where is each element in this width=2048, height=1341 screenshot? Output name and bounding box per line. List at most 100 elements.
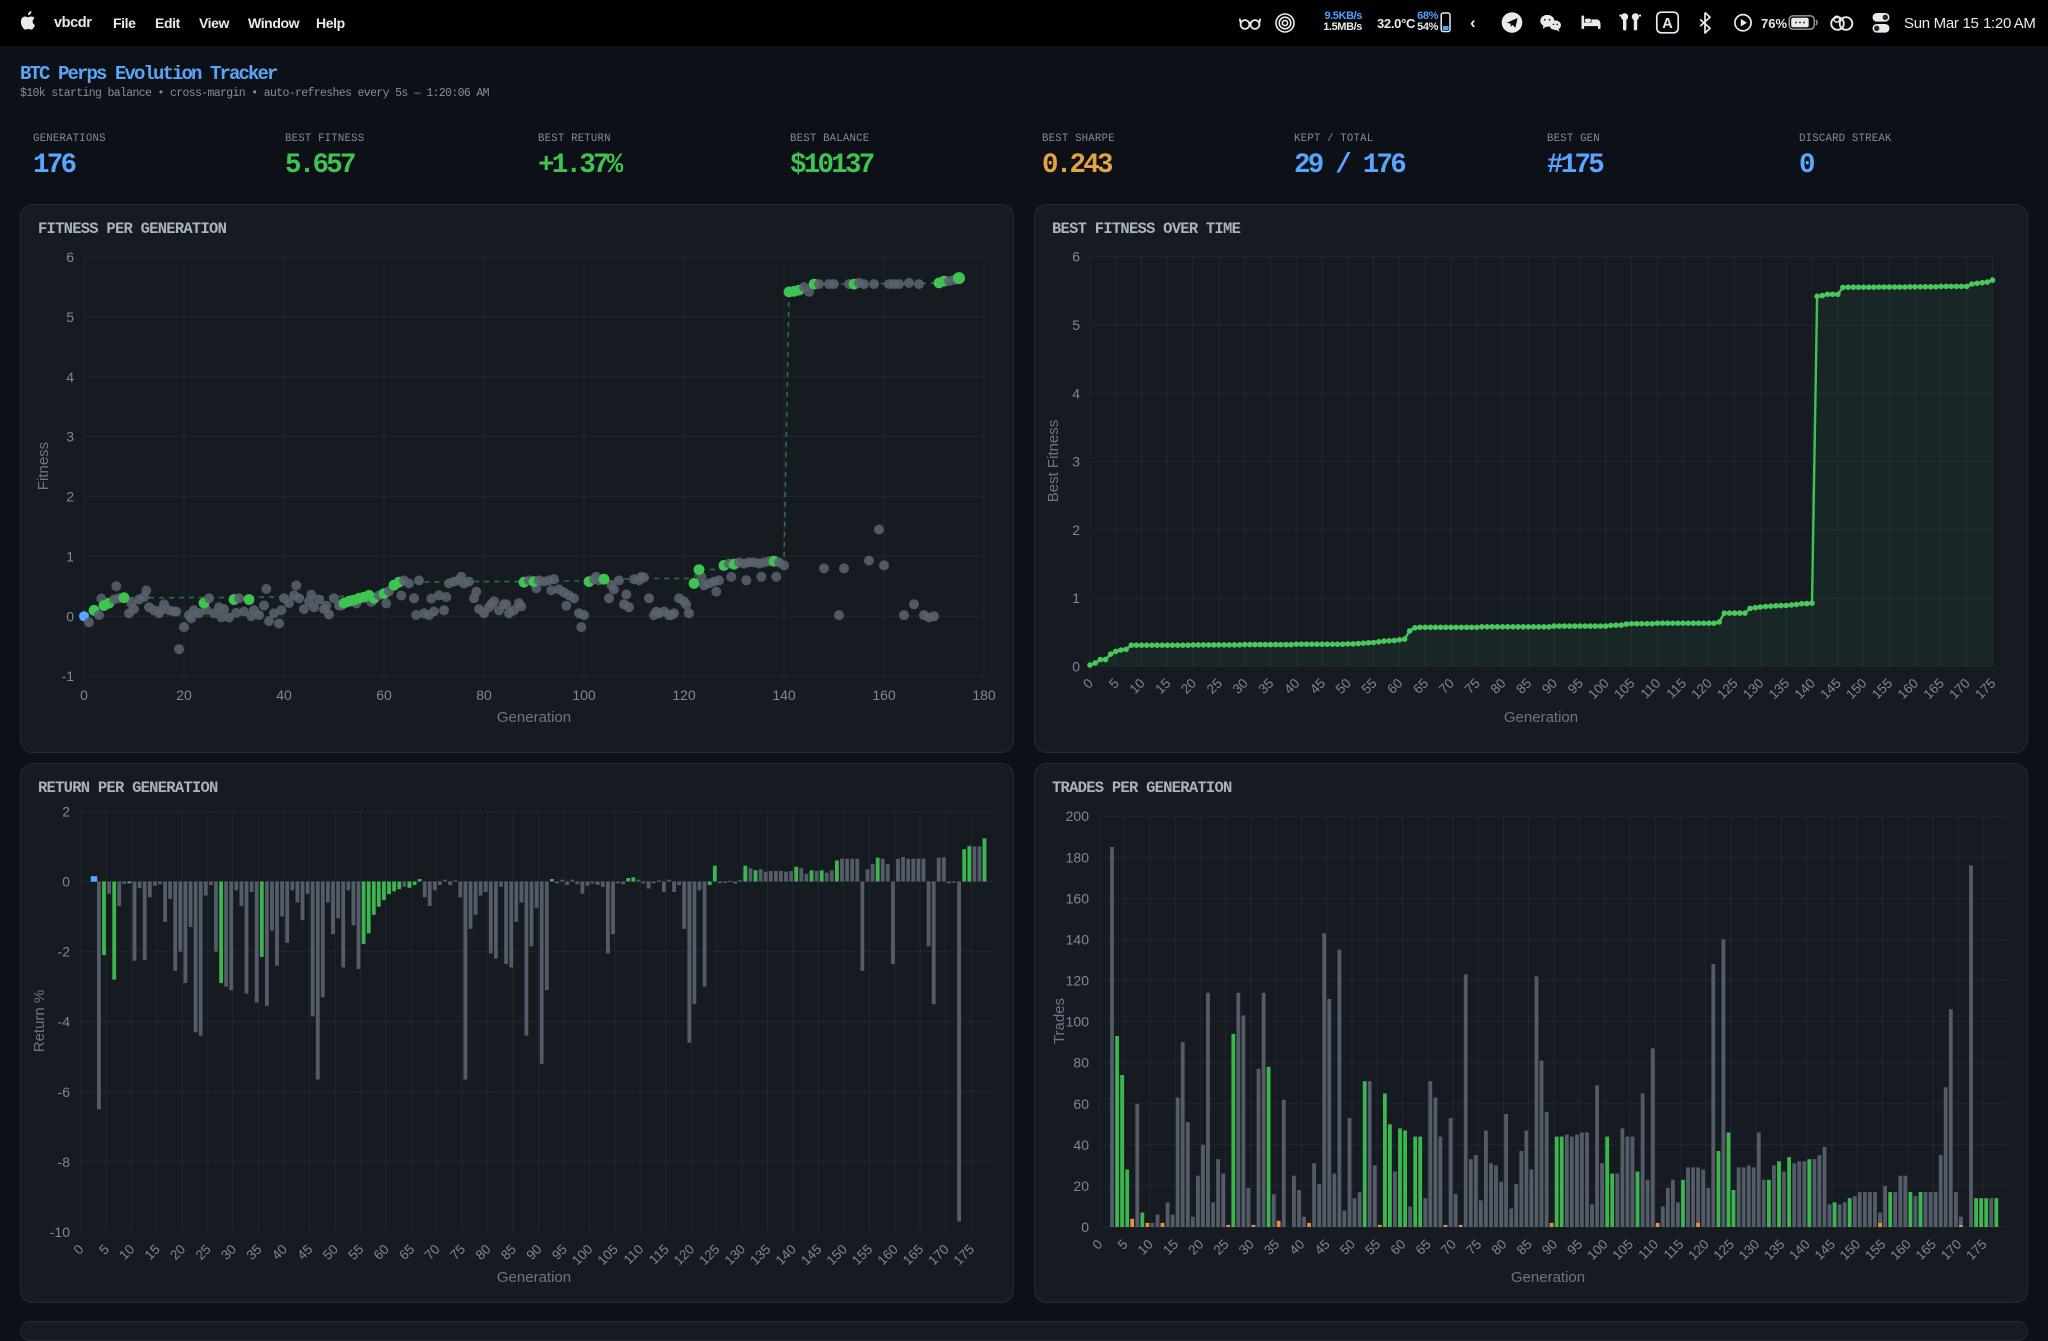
svg-text:40: 40: [276, 687, 292, 703]
svg-text:70: 70: [1438, 1237, 1459, 1258]
svg-text:50: 50: [320, 1242, 341, 1263]
svg-text:175: 175: [1972, 676, 1999, 703]
svg-text:1: 1: [1072, 590, 1080, 606]
svg-text:160: 160: [874, 1242, 901, 1269]
svg-text:85: 85: [498, 1242, 519, 1263]
svg-text:15: 15: [142, 1242, 163, 1263]
svg-text:60: 60: [371, 1242, 392, 1263]
svg-text:40: 40: [1073, 1137, 1089, 1153]
svg-text:0: 0: [1080, 676, 1096, 692]
svg-text:40: 40: [269, 1242, 290, 1263]
svg-text:150: 150: [1837, 1237, 1864, 1264]
svg-text:0: 0: [1090, 1237, 1106, 1253]
svg-text:75: 75: [1462, 676, 1483, 697]
svg-text:75: 75: [1463, 1237, 1484, 1258]
svg-text:-6: -6: [58, 1084, 71, 1100]
svg-text:-4: -4: [58, 1014, 71, 1030]
svg-text:1: 1: [66, 548, 74, 564]
svg-text:85: 85: [1513, 676, 1534, 697]
svg-text:60: 60: [1073, 1096, 1089, 1112]
svg-text:100: 100: [569, 1242, 596, 1269]
svg-text:10: 10: [1126, 676, 1147, 697]
svg-text:160: 160: [872, 687, 896, 703]
svg-text:160: 160: [1895, 676, 1922, 703]
svg-text:140: 140: [1786, 1237, 1813, 1264]
svg-text:60: 60: [1384, 676, 1405, 697]
svg-text:Return %: Return %: [31, 990, 48, 1053]
svg-text:0: 0: [1081, 1219, 1089, 1235]
svg-text:20: 20: [1073, 1178, 1089, 1194]
svg-text:45: 45: [294, 1242, 315, 1263]
svg-text:-2: -2: [58, 944, 71, 960]
svg-text:4: 4: [66, 369, 74, 385]
svg-text:0: 0: [62, 874, 70, 890]
svg-text:90: 90: [1539, 1237, 1560, 1258]
svg-text:80: 80: [472, 1242, 493, 1263]
svg-text:100: 100: [1066, 1014, 1090, 1030]
svg-text:20: 20: [1185, 1237, 1206, 1258]
svg-text:135: 135: [1766, 676, 1793, 703]
svg-text:0: 0: [1072, 658, 1080, 674]
svg-text:6: 6: [66, 249, 74, 265]
svg-text:80: 80: [1073, 1055, 1089, 1071]
svg-text:160: 160: [1887, 1237, 1914, 1264]
svg-text:20: 20: [167, 1242, 188, 1263]
svg-text:95: 95: [549, 1242, 570, 1263]
svg-text:3: 3: [66, 429, 74, 445]
svg-text:0: 0: [80, 687, 88, 703]
svg-text:55: 55: [1362, 1237, 1383, 1258]
svg-text:140: 140: [772, 687, 796, 703]
svg-text:20: 20: [176, 687, 192, 703]
svg-text:20: 20: [1178, 676, 1199, 697]
svg-text:100: 100: [1585, 676, 1612, 703]
svg-text:150: 150: [1843, 676, 1870, 703]
svg-text:40: 40: [1286, 1237, 1307, 1258]
svg-text:155: 155: [1869, 676, 1896, 703]
svg-text:105: 105: [1609, 1237, 1636, 1264]
svg-text:170: 170: [1946, 676, 1973, 703]
svg-text:175: 175: [1963, 1237, 1990, 1264]
svg-text:15: 15: [1160, 1237, 1181, 1258]
svg-text:30: 30: [1230, 676, 1251, 697]
svg-text:125: 125: [696, 1242, 723, 1269]
svg-text:5: 5: [66, 309, 74, 325]
svg-text:5: 5: [96, 1242, 112, 1258]
svg-text:130: 130: [1736, 1237, 1763, 1264]
svg-text:120: 120: [671, 1242, 698, 1269]
svg-text:80: 80: [476, 687, 492, 703]
svg-text:3: 3: [1072, 454, 1080, 470]
svg-text:65: 65: [1410, 676, 1431, 697]
svg-text:15: 15: [1152, 676, 1173, 697]
svg-text:2: 2: [66, 489, 74, 505]
svg-text:105: 105: [1611, 676, 1638, 703]
svg-text:-1: -1: [62, 668, 75, 684]
svg-text:120: 120: [672, 687, 696, 703]
svg-text:2: 2: [62, 803, 70, 819]
svg-text:125: 125: [1710, 1237, 1737, 1264]
svg-text:170: 170: [925, 1242, 952, 1269]
svg-text:75: 75: [447, 1242, 468, 1263]
svg-text:A: A: [1662, 16, 1673, 32]
svg-text:Fitness: Fitness: [35, 442, 52, 490]
svg-text:Generation: Generation: [1511, 1269, 1585, 1286]
svg-text:125: 125: [1714, 676, 1741, 703]
svg-text:110: 110: [621, 1242, 647, 1268]
svg-text:200: 200: [1066, 808, 1090, 824]
svg-text:45: 45: [1307, 676, 1328, 697]
svg-text:Trades: Trades: [1051, 998, 1068, 1044]
svg-text:0: 0: [66, 608, 74, 624]
svg-text:100: 100: [572, 687, 596, 703]
svg-text:5: 5: [1072, 317, 1080, 333]
svg-text:140: 140: [1066, 931, 1090, 947]
svg-text:90: 90: [523, 1242, 544, 1263]
svg-text:110: 110: [1635, 1237, 1661, 1263]
svg-text:35: 35: [1255, 676, 1276, 697]
svg-text:35: 35: [243, 1242, 264, 1263]
svg-text:50: 50: [1333, 676, 1354, 697]
svg-text:-8: -8: [58, 1154, 71, 1170]
svg-text:130: 130: [722, 1242, 749, 1269]
svg-text:55: 55: [345, 1242, 366, 1263]
svg-text:145: 145: [798, 1242, 825, 1269]
svg-text:80: 80: [1487, 676, 1508, 697]
svg-text:60: 60: [376, 687, 392, 703]
